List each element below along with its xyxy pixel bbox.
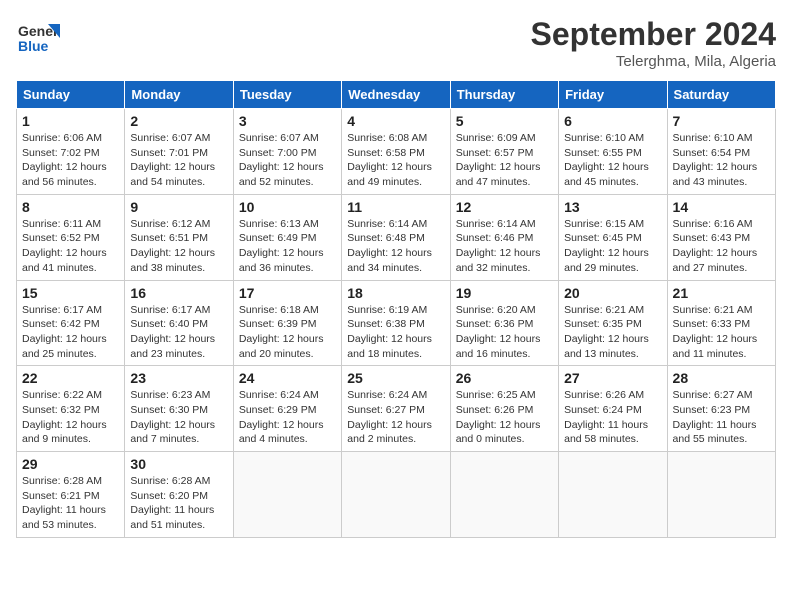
day-26: 26 Sunrise: 6:25 AMSunset: 6:26 PMDaylig… [450,366,558,452]
day-9: 9 Sunrise: 6:12 AMSunset: 6:51 PMDayligh… [125,194,233,280]
day-20: 20 Sunrise: 6:21 AMSunset: 6:35 PMDaylig… [559,280,667,366]
header-friday: Friday [559,81,667,109]
day-22: 22 Sunrise: 6:22 AMSunset: 6:32 PMDaylig… [17,366,125,452]
title-area: September 2024 Telerghma, Mila, Algeria [531,16,776,70]
day-7: 7 Sunrise: 6:10 AMSunset: 6:54 PMDayligh… [667,109,775,195]
header-tuesday: Tuesday [233,81,341,109]
day-5: 5 Sunrise: 6:09 AMSunset: 6:57 PMDayligh… [450,109,558,195]
logo: General Blue [16,16,60,60]
day-12: 12 Sunrise: 6:14 AMSunset: 6:46 PMDaylig… [450,194,558,280]
empty-cell-4 [559,452,667,538]
day-3: 3 Sunrise: 6:07 AMSunset: 7:00 PMDayligh… [233,109,341,195]
empty-cell-3 [450,452,558,538]
day-24: 24 Sunrise: 6:24 AMSunset: 6:29 PMDaylig… [233,366,341,452]
day-23: 23 Sunrise: 6:23 AMSunset: 6:30 PMDaylig… [125,366,233,452]
week-row-4: 22 Sunrise: 6:22 AMSunset: 6:32 PMDaylig… [17,366,776,452]
empty-cell-5 [667,452,775,538]
week-row-2: 8 Sunrise: 6:11 AMSunset: 6:52 PMDayligh… [17,194,776,280]
day-29: 29 Sunrise: 6:28 AMSunset: 6:21 PMDaylig… [17,452,125,538]
logo-icon: General Blue [16,16,60,60]
header-thursday: Thursday [450,81,558,109]
empty-cell-2 [342,452,450,538]
header-sunday: Sunday [17,81,125,109]
week-row-3: 15 Sunrise: 6:17 AMSunset: 6:42 PMDaylig… [17,280,776,366]
day-11: 11 Sunrise: 6:14 AMSunset: 6:48 PMDaylig… [342,194,450,280]
day-2: 2 Sunrise: 6:07 AMSunset: 7:01 PMDayligh… [125,109,233,195]
day-15: 15 Sunrise: 6:17 AMSunset: 6:42 PMDaylig… [17,280,125,366]
day-1: 1 Sunrise: 6:06 AMSunset: 7:02 PMDayligh… [17,109,125,195]
day-16: 16 Sunrise: 6:17 AMSunset: 6:40 PMDaylig… [125,280,233,366]
calendar-table: Sunday Monday Tuesday Wednesday Thursday… [16,80,776,538]
day-6: 6 Sunrise: 6:10 AMSunset: 6:55 PMDayligh… [559,109,667,195]
day-30: 30 Sunrise: 6:28 AMSunset: 6:20 PMDaylig… [125,452,233,538]
header-saturday: Saturday [667,81,775,109]
day-27: 27 Sunrise: 6:26 AMSunset: 6:24 PMDaylig… [559,366,667,452]
header-wednesday: Wednesday [342,81,450,109]
page-header: General Blue September 2024 Telerghma, M… [16,16,776,70]
svg-text:Blue: Blue [18,38,49,54]
month-title: September 2024 [531,16,776,53]
day-25: 25 Sunrise: 6:24 AMSunset: 6:27 PMDaylig… [342,366,450,452]
day-18: 18 Sunrise: 6:19 AMSunset: 6:38 PMDaylig… [342,280,450,366]
week-row-1: 1 Sunrise: 6:06 AMSunset: 7:02 PMDayligh… [17,109,776,195]
day-14: 14 Sunrise: 6:16 AMSunset: 6:43 PMDaylig… [667,194,775,280]
day-13: 13 Sunrise: 6:15 AMSunset: 6:45 PMDaylig… [559,194,667,280]
day-21: 21 Sunrise: 6:21 AMSunset: 6:33 PMDaylig… [667,280,775,366]
day-4: 4 Sunrise: 6:08 AMSunset: 6:58 PMDayligh… [342,109,450,195]
day-10: 10 Sunrise: 6:13 AMSunset: 6:49 PMDaylig… [233,194,341,280]
location-title: Telerghma, Mila, Algeria [531,53,776,70]
empty-cell-1 [233,452,341,538]
week-row-5: 29 Sunrise: 6:28 AMSunset: 6:21 PMDaylig… [17,452,776,538]
day-19: 19 Sunrise: 6:20 AMSunset: 6:36 PMDaylig… [450,280,558,366]
day-28: 28 Sunrise: 6:27 AMSunset: 6:23 PMDaylig… [667,366,775,452]
day-8: 8 Sunrise: 6:11 AMSunset: 6:52 PMDayligh… [17,194,125,280]
header-monday: Monday [125,81,233,109]
day-17: 17 Sunrise: 6:18 AMSunset: 6:39 PMDaylig… [233,280,341,366]
weekday-header-row: Sunday Monday Tuesday Wednesday Thursday… [17,81,776,109]
